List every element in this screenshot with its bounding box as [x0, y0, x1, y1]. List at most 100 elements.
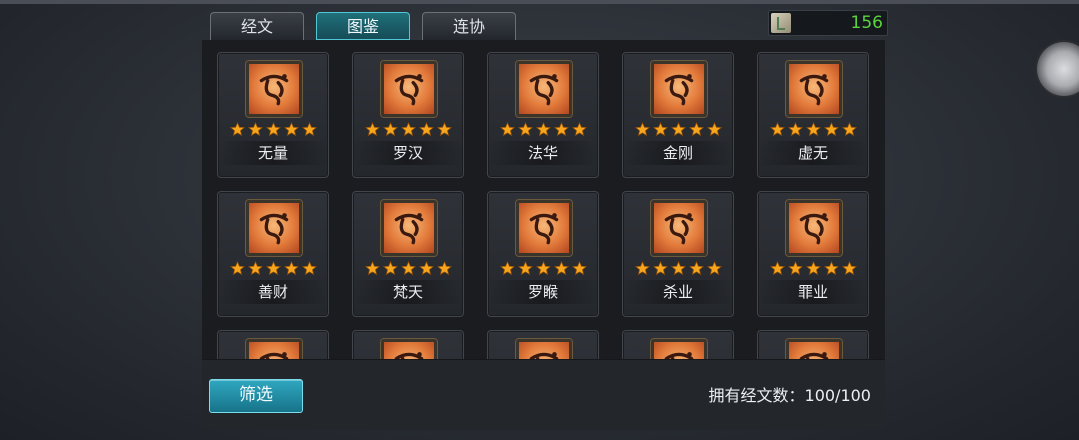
star-icon: [301, 121, 317, 137]
sanskrit-seal-icon: [516, 200, 572, 256]
card-name: 罗睺: [488, 280, 598, 304]
star-icon: [418, 260, 434, 276]
star-icon: [400, 260, 416, 276]
star-rating: [218, 260, 328, 277]
star-rating: [488, 121, 598, 138]
footer-bar: 筛选 拥有经文数：100/100: [202, 359, 885, 430]
star-icon: [805, 121, 821, 137]
star-icon: [823, 121, 839, 137]
tab-collection[interactable]: 图鉴: [316, 12, 410, 40]
card-name: 法华: [488, 141, 598, 165]
star-rating: [488, 260, 598, 277]
collection-grid[interactable]: 无量 罗汉 法华 金刚 虚无善财 梵天 罗睺 杀业 罪业: [202, 40, 885, 359]
scripture-card[interactable]: [757, 330, 869, 359]
star-icon: [229, 121, 245, 137]
star-rating: [758, 260, 868, 277]
star-icon: [787, 121, 803, 137]
scripture-card[interactable]: 金刚: [622, 52, 734, 178]
owned-count: 拥有经文数：100/100: [708, 386, 871, 405]
sanskrit-seal-icon: [246, 61, 302, 117]
scripture-card[interactable]: 杀业: [622, 191, 734, 317]
card-name: 善财: [218, 280, 328, 304]
currency-value: 156: [850, 13, 883, 33]
star-icon: [553, 260, 569, 276]
star-rating: [623, 260, 733, 277]
star-rating: [353, 260, 463, 277]
sanskrit-seal-icon: [786, 200, 842, 256]
scripture-card[interactable]: [217, 330, 329, 359]
star-icon: [535, 260, 551, 276]
sanskrit-seal-icon: [381, 200, 437, 256]
scripture-card[interactable]: 无量: [217, 52, 329, 178]
star-icon: [364, 260, 380, 276]
star-icon: [688, 260, 704, 276]
tab-combos[interactable]: 连协: [422, 12, 516, 40]
star-icon: [670, 260, 686, 276]
card-name: 金刚: [623, 141, 733, 165]
sanskrit-seal-icon: [651, 200, 707, 256]
star-icon: [652, 260, 668, 276]
star-icon: [247, 121, 263, 137]
tab-scriptures[interactable]: 经文: [210, 12, 304, 40]
card-name: 罪业: [758, 280, 868, 304]
star-icon: [535, 121, 551, 137]
star-icon: [553, 121, 569, 137]
card-name: 杀业: [623, 280, 733, 304]
star-icon: [634, 121, 650, 137]
star-icon: [400, 121, 416, 137]
tab-bar: 经文 图鉴 连协: [210, 12, 516, 40]
star-icon: [364, 121, 380, 137]
star-icon: [517, 121, 533, 137]
star-icon: [652, 121, 668, 137]
scripture-card[interactable]: 善财: [217, 191, 329, 317]
star-icon: [265, 121, 281, 137]
star-icon: [670, 121, 686, 137]
star-icon: [805, 260, 821, 276]
star-icon: [382, 121, 398, 137]
star-icon: [787, 260, 803, 276]
sanskrit-seal-icon: [381, 339, 437, 359]
star-icon: [706, 121, 722, 137]
scripture-card[interactable]: 罪业: [757, 191, 869, 317]
star-icon: [436, 260, 452, 276]
sanskrit-seal-icon: [381, 61, 437, 117]
star-rating: [623, 121, 733, 138]
star-icon: [571, 260, 587, 276]
star-icon: [841, 260, 857, 276]
scripture-card[interactable]: 罗汉: [352, 52, 464, 178]
sanskrit-seal-icon: [651, 339, 707, 359]
star-icon: [499, 260, 515, 276]
star-icon: [436, 121, 452, 137]
sanskrit-seal-icon: [786, 61, 842, 117]
scripture-card[interactable]: 梵天: [352, 191, 464, 317]
card-name: 虚无: [758, 141, 868, 165]
card-name: 梵天: [353, 280, 463, 304]
star-icon: [634, 260, 650, 276]
scripture-card[interactable]: [487, 330, 599, 359]
scripture-card[interactable]: [352, 330, 464, 359]
star-icon: [706, 260, 722, 276]
card-name: 罗汉: [353, 141, 463, 165]
scripture-card[interactable]: 法华: [487, 52, 599, 178]
sanskrit-seal-icon: [246, 200, 302, 256]
star-icon: [571, 121, 587, 137]
star-icon: [769, 260, 785, 276]
scripture-card[interactable]: [622, 330, 734, 359]
star-icon: [265, 260, 281, 276]
star-rating: [353, 121, 463, 138]
star-rating: [758, 121, 868, 138]
sanskrit-seal-icon: [786, 339, 842, 359]
star-icon: [301, 260, 317, 276]
star-icon: [841, 121, 857, 137]
star-icon: [247, 260, 263, 276]
star-rating: [218, 121, 328, 138]
scripture-card[interactable]: 罗睺: [487, 191, 599, 317]
floating-menu-button[interactable]: [1037, 42, 1079, 96]
star-icon: [769, 121, 785, 137]
scripture-card[interactable]: 虚无: [757, 52, 869, 178]
star-icon: [688, 121, 704, 137]
star-icon: [499, 121, 515, 137]
filter-button[interactable]: 筛选: [209, 379, 303, 413]
top-frame: [0, 0, 1079, 4]
sanskrit-seal-icon: [516, 339, 572, 359]
